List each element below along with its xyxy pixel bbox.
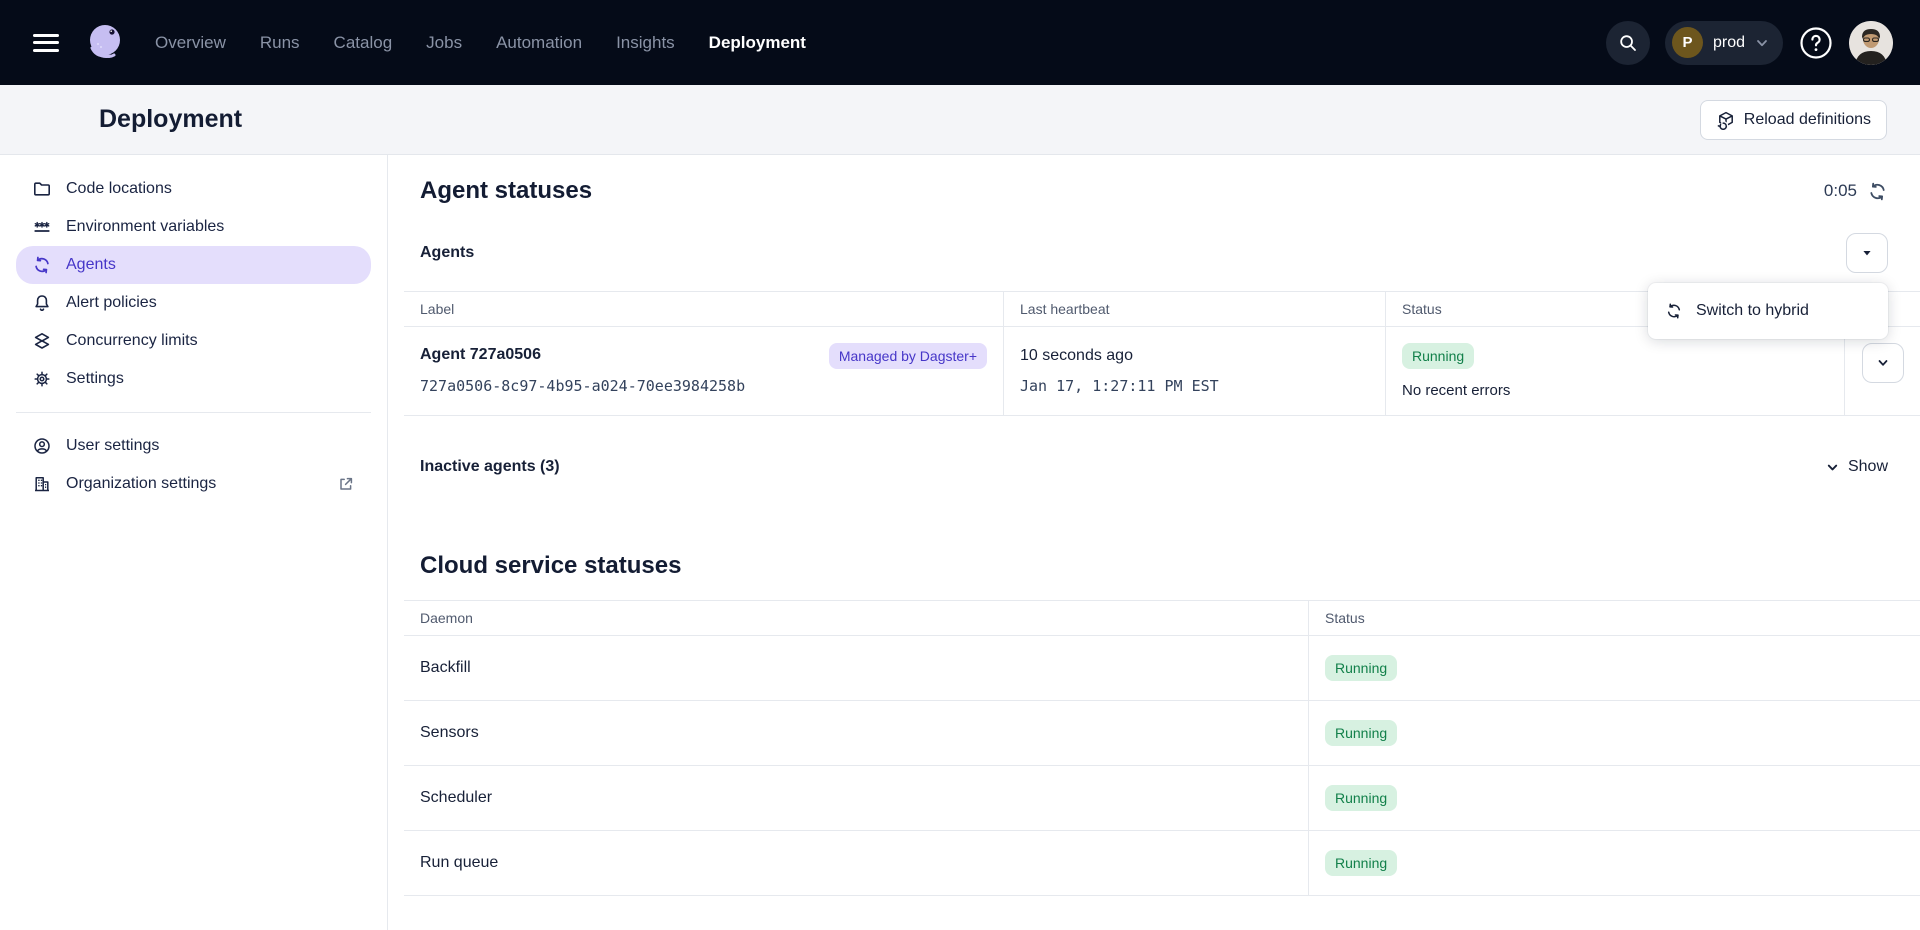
menu-item-label: Switch to hybrid bbox=[1696, 302, 1809, 320]
sidebar-item-label: Agents bbox=[66, 256, 116, 274]
last-heartbeat-timestamp: Jan 17, 1:27:11 PM EST bbox=[1020, 377, 1369, 395]
daemon-name: Run queue bbox=[404, 831, 1309, 895]
agent-status-badge: Running bbox=[1402, 343, 1474, 369]
refresh-countdown: 0:05 bbox=[1824, 181, 1857, 201]
refresh-icon[interactable] bbox=[1867, 181, 1888, 202]
deployment-initial: P bbox=[1672, 27, 1703, 58]
sidebar-item-code-locations[interactable]: Code locations bbox=[16, 170, 371, 208]
page-header: Deployment Reload definitions bbox=[0, 85, 1920, 155]
user-avatar[interactable] bbox=[1849, 21, 1893, 65]
cloud-table-header: Daemon Status bbox=[404, 601, 1920, 636]
status-badge: Running bbox=[1325, 720, 1397, 746]
reload-definitions-button[interactable]: Reload definitions bbox=[1700, 100, 1887, 140]
status-badge: Running bbox=[1325, 785, 1397, 811]
search-button[interactable] bbox=[1606, 21, 1650, 65]
sidebar-item-label: Settings bbox=[66, 370, 124, 388]
hamburger-menu-icon[interactable] bbox=[33, 29, 59, 56]
last-heartbeat-relative: 10 seconds ago bbox=[1020, 347, 1369, 365]
sidebar-item-label: Organization settings bbox=[66, 475, 216, 493]
agent-actions-menu: Switch to hybrid bbox=[1648, 283, 1888, 339]
gear-icon bbox=[32, 369, 52, 389]
daemon-name: Backfill bbox=[404, 636, 1309, 700]
nav-item-automation[interactable]: Automation bbox=[496, 33, 582, 53]
managed-by-dagster-badge: Managed by Dagster+ bbox=[829, 343, 987, 369]
cloud-service-statuses-title: Cloud service statuses bbox=[420, 552, 1920, 580]
layers-icon bbox=[32, 331, 52, 351]
show-label: Show bbox=[1848, 458, 1888, 476]
column-header-label: Label bbox=[404, 292, 1004, 326]
sidebar-item-label: Code locations bbox=[66, 180, 172, 198]
agent-id: 727a0506-8c97-4b95-a024-70ee3984258b bbox=[420, 377, 745, 395]
sidebar-item-environment-variables[interactable]: Environment variables bbox=[16, 208, 371, 246]
reload-definitions-label: Reload definitions bbox=[1744, 111, 1871, 129]
agent-icon bbox=[1665, 302, 1683, 320]
app: Overview Runs Catalog Jobs Automation In… bbox=[0, 0, 1920, 930]
daemon-name: Sensors bbox=[404, 701, 1309, 765]
chevron-down-icon bbox=[1755, 36, 1769, 50]
top-nav: Overview Runs Catalog Jobs Automation In… bbox=[0, 0, 1920, 85]
sidebar-item-label: Alert policies bbox=[66, 294, 157, 312]
env-vars-icon bbox=[32, 217, 52, 237]
show-inactive-agents-button[interactable]: Show bbox=[1825, 458, 1888, 476]
sidebar-item-user-settings[interactable]: User settings bbox=[16, 427, 371, 465]
dagster-logo-icon[interactable] bbox=[81, 19, 129, 67]
main-content: Agent statuses 0:05 Agents bbox=[388, 155, 1920, 930]
nav-links: Overview Runs Catalog Jobs Automation In… bbox=[155, 33, 806, 53]
agent-statuses-title: Agent statuses bbox=[420, 177, 592, 205]
search-icon bbox=[1618, 33, 1638, 53]
agent-icon bbox=[32, 255, 52, 275]
external-link-icon bbox=[337, 475, 355, 493]
agent-row: Agent 727a0506 727a0506-8c97-4b95-a024-7… bbox=[404, 327, 1920, 416]
nav-right: P prod bbox=[1606, 21, 1893, 65]
question-mark-icon bbox=[1799, 26, 1833, 60]
help-button[interactable] bbox=[1798, 25, 1834, 61]
sidebar-item-settings[interactable]: Settings bbox=[16, 360, 371, 398]
table-row: Backfill Running bbox=[404, 636, 1920, 701]
nav-item-catalog[interactable]: Catalog bbox=[334, 33, 393, 53]
sidebar-item-label: Concurrency limits bbox=[66, 332, 198, 350]
nav-item-overview[interactable]: Overview bbox=[155, 33, 226, 53]
deployment-name: prod bbox=[1713, 34, 1745, 52]
agent-row-expand-button[interactable] bbox=[1862, 343, 1904, 383]
menu-item-switch-to-hybrid[interactable]: Switch to hybrid bbox=[1648, 290, 1888, 332]
sidebar-item-label: User settings bbox=[66, 437, 159, 455]
sidebar-item-organization-settings[interactable]: Organization settings bbox=[16, 465, 371, 503]
deployment-switcher[interactable]: P prod bbox=[1665, 21, 1783, 65]
agents-heading: Agents bbox=[420, 244, 474, 262]
status-badge: Running bbox=[1325, 655, 1397, 681]
column-header-last-heartbeat: Last heartbeat bbox=[1004, 292, 1386, 326]
cloud-services-table: Daemon Status Backfill Running Sensors R… bbox=[404, 600, 1920, 896]
agent-status-detail: No recent errors bbox=[1402, 382, 1828, 399]
column-header-daemon: Daemon bbox=[404, 601, 1309, 635]
sidebar-item-alert-policies[interactable]: Alert policies bbox=[16, 284, 371, 322]
inactive-agents-heading: Inactive agents (3) bbox=[420, 458, 560, 476]
table-row: Sensors Running bbox=[404, 701, 1920, 766]
table-row: Run queue Running bbox=[404, 831, 1920, 896]
chevron-down-icon bbox=[1876, 356, 1890, 370]
folder-icon bbox=[32, 179, 52, 199]
user-circle-icon bbox=[32, 436, 52, 456]
agent-name: Agent 727a0506 bbox=[420, 346, 745, 364]
nav-item-runs[interactable]: Runs bbox=[260, 33, 300, 53]
building-icon bbox=[32, 474, 52, 494]
nav-item-insights[interactable]: Insights bbox=[616, 33, 675, 53]
bell-icon bbox=[32, 293, 52, 313]
sidebar-item-agents[interactable]: Agents bbox=[16, 246, 371, 284]
sidebar-item-concurrency-limits[interactable]: Concurrency limits bbox=[16, 322, 371, 360]
caret-down-icon bbox=[1861, 247, 1873, 259]
column-header-status: Status bbox=[1309, 601, 1920, 635]
sidebar-item-label: Environment variables bbox=[66, 218, 224, 236]
nav-item-jobs[interactable]: Jobs bbox=[426, 33, 462, 53]
daemon-name: Scheduler bbox=[404, 766, 1309, 830]
table-row: Scheduler Running bbox=[404, 766, 1920, 831]
package-reload-icon bbox=[1716, 110, 1736, 130]
deployment-sidebar: Code locations Environment variables bbox=[0, 155, 388, 930]
status-badge: Running bbox=[1325, 850, 1397, 876]
sidebar-divider bbox=[16, 412, 371, 413]
page-title: Deployment bbox=[99, 105, 242, 134]
chevron-down-icon bbox=[1825, 460, 1840, 475]
agent-actions-dropdown-button[interactable] bbox=[1846, 233, 1888, 273]
nav-item-deployment[interactable]: Deployment bbox=[709, 33, 806, 53]
